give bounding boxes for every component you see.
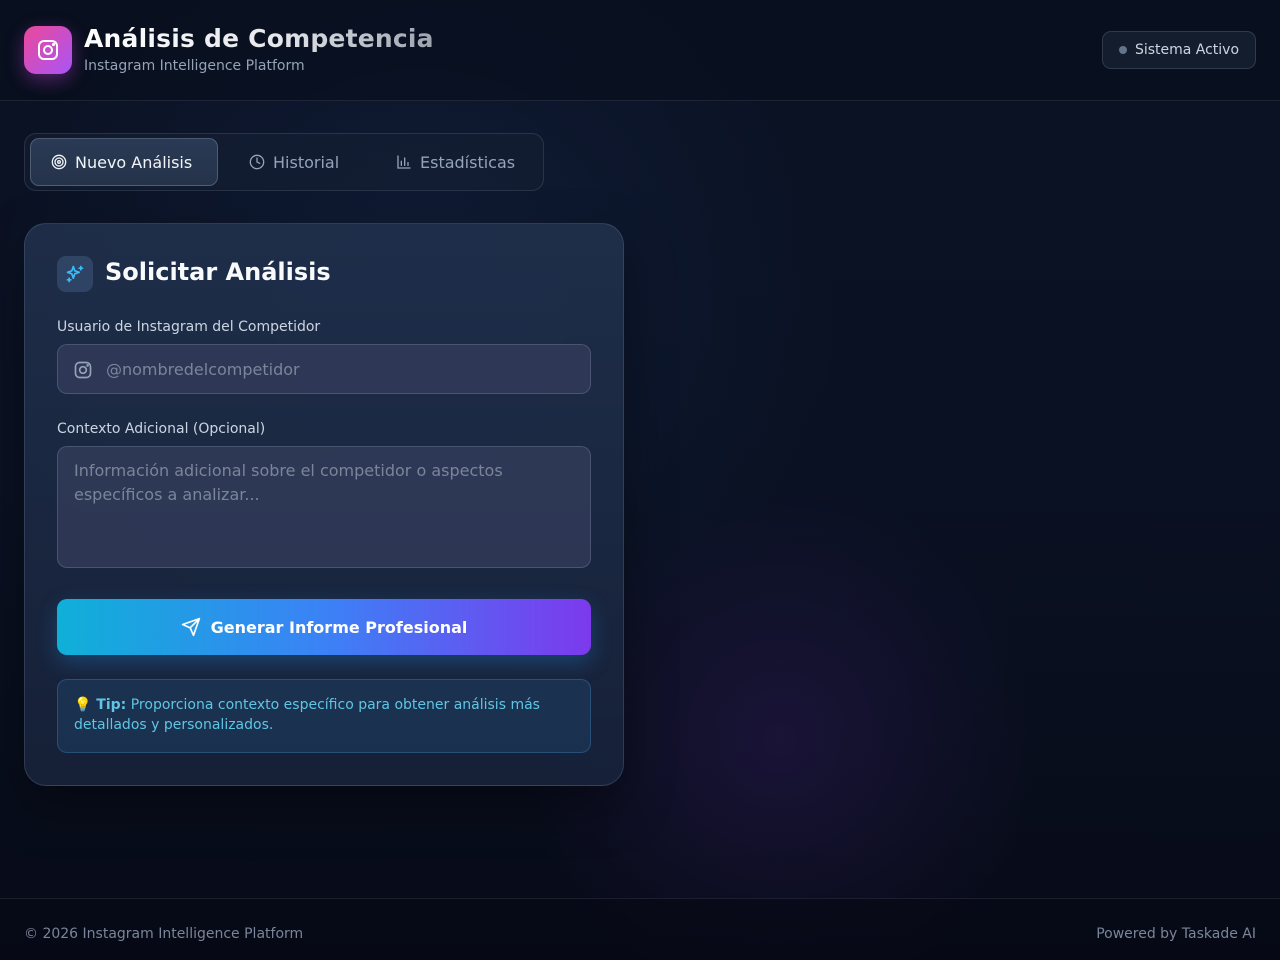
status-badge: Sistema Activo — [1102, 31, 1256, 69]
username-label: Usuario de Instagram del Competidor — [57, 319, 321, 335]
footer-copyright: © 2026 Instagram Intelligence Platform — [24, 926, 304, 942]
tab-label: Historial — [273, 152, 340, 172]
tip-prefix: 💡 Tip: — [74, 697, 127, 713]
card-icon-wrapper — [57, 256, 93, 292]
generate-report-label: Generar Informe Profesional — [210, 617, 468, 637]
page-subtitle: Instagram Intelligence Platform — [84, 58, 305, 74]
send-icon — [181, 617, 200, 637]
sparkles-icon — [66, 265, 84, 283]
app-header: Análisis de Competencia Instagram Intell… — [0, 0, 1280, 101]
clock-icon — [249, 154, 265, 170]
status-label: Sistema Activo — [1134, 42, 1240, 58]
generate-report-button[interactable]: Generar Informe Profesional — [57, 599, 591, 655]
tip-box: 💡 Tip: Proporciona contexto específico p… — [57, 679, 591, 753]
status-dot-icon — [1118, 46, 1127, 54]
context-textarea[interactable] — [57, 446, 591, 568]
tab-label: Nuevo Análisis — [75, 152, 193, 172]
instagram-icon — [74, 361, 92, 379]
page-title: Análisis de Competencia — [84, 24, 434, 53]
footer-powered-by: Powered by Taskade AI — [1096, 926, 1256, 942]
tip-text: Proporciona contexto específico para obt… — [74, 697, 540, 733]
tab-nuevo-analisis[interactable]: Nuevo Análisis — [30, 138, 218, 186]
tab-label: Estadísticas — [420, 152, 516, 172]
username-input[interactable] — [106, 345, 576, 393]
tab-bar: Nuevo Análisis Historial Estadísticas — [24, 133, 544, 191]
card-title: Solicitar Análisis — [105, 258, 331, 286]
analysis-request-card: Solicitar Análisis Usuario de Instagram … — [24, 223, 624, 786]
username-field — [57, 344, 591, 394]
tab-historial[interactable]: Historial — [229, 138, 359, 186]
tab-estadisticas[interactable]: Estadísticas — [376, 138, 535, 186]
context-label: Contexto Adicional (Opcional) — [57, 421, 266, 437]
bar-chart-icon — [397, 155, 411, 169]
logo — [24, 26, 72, 74]
instagram-icon — [38, 40, 58, 60]
app-footer: © 2026 Instagram Intelligence Platform P… — [0, 898, 1280, 960]
target-icon — [51, 154, 67, 170]
